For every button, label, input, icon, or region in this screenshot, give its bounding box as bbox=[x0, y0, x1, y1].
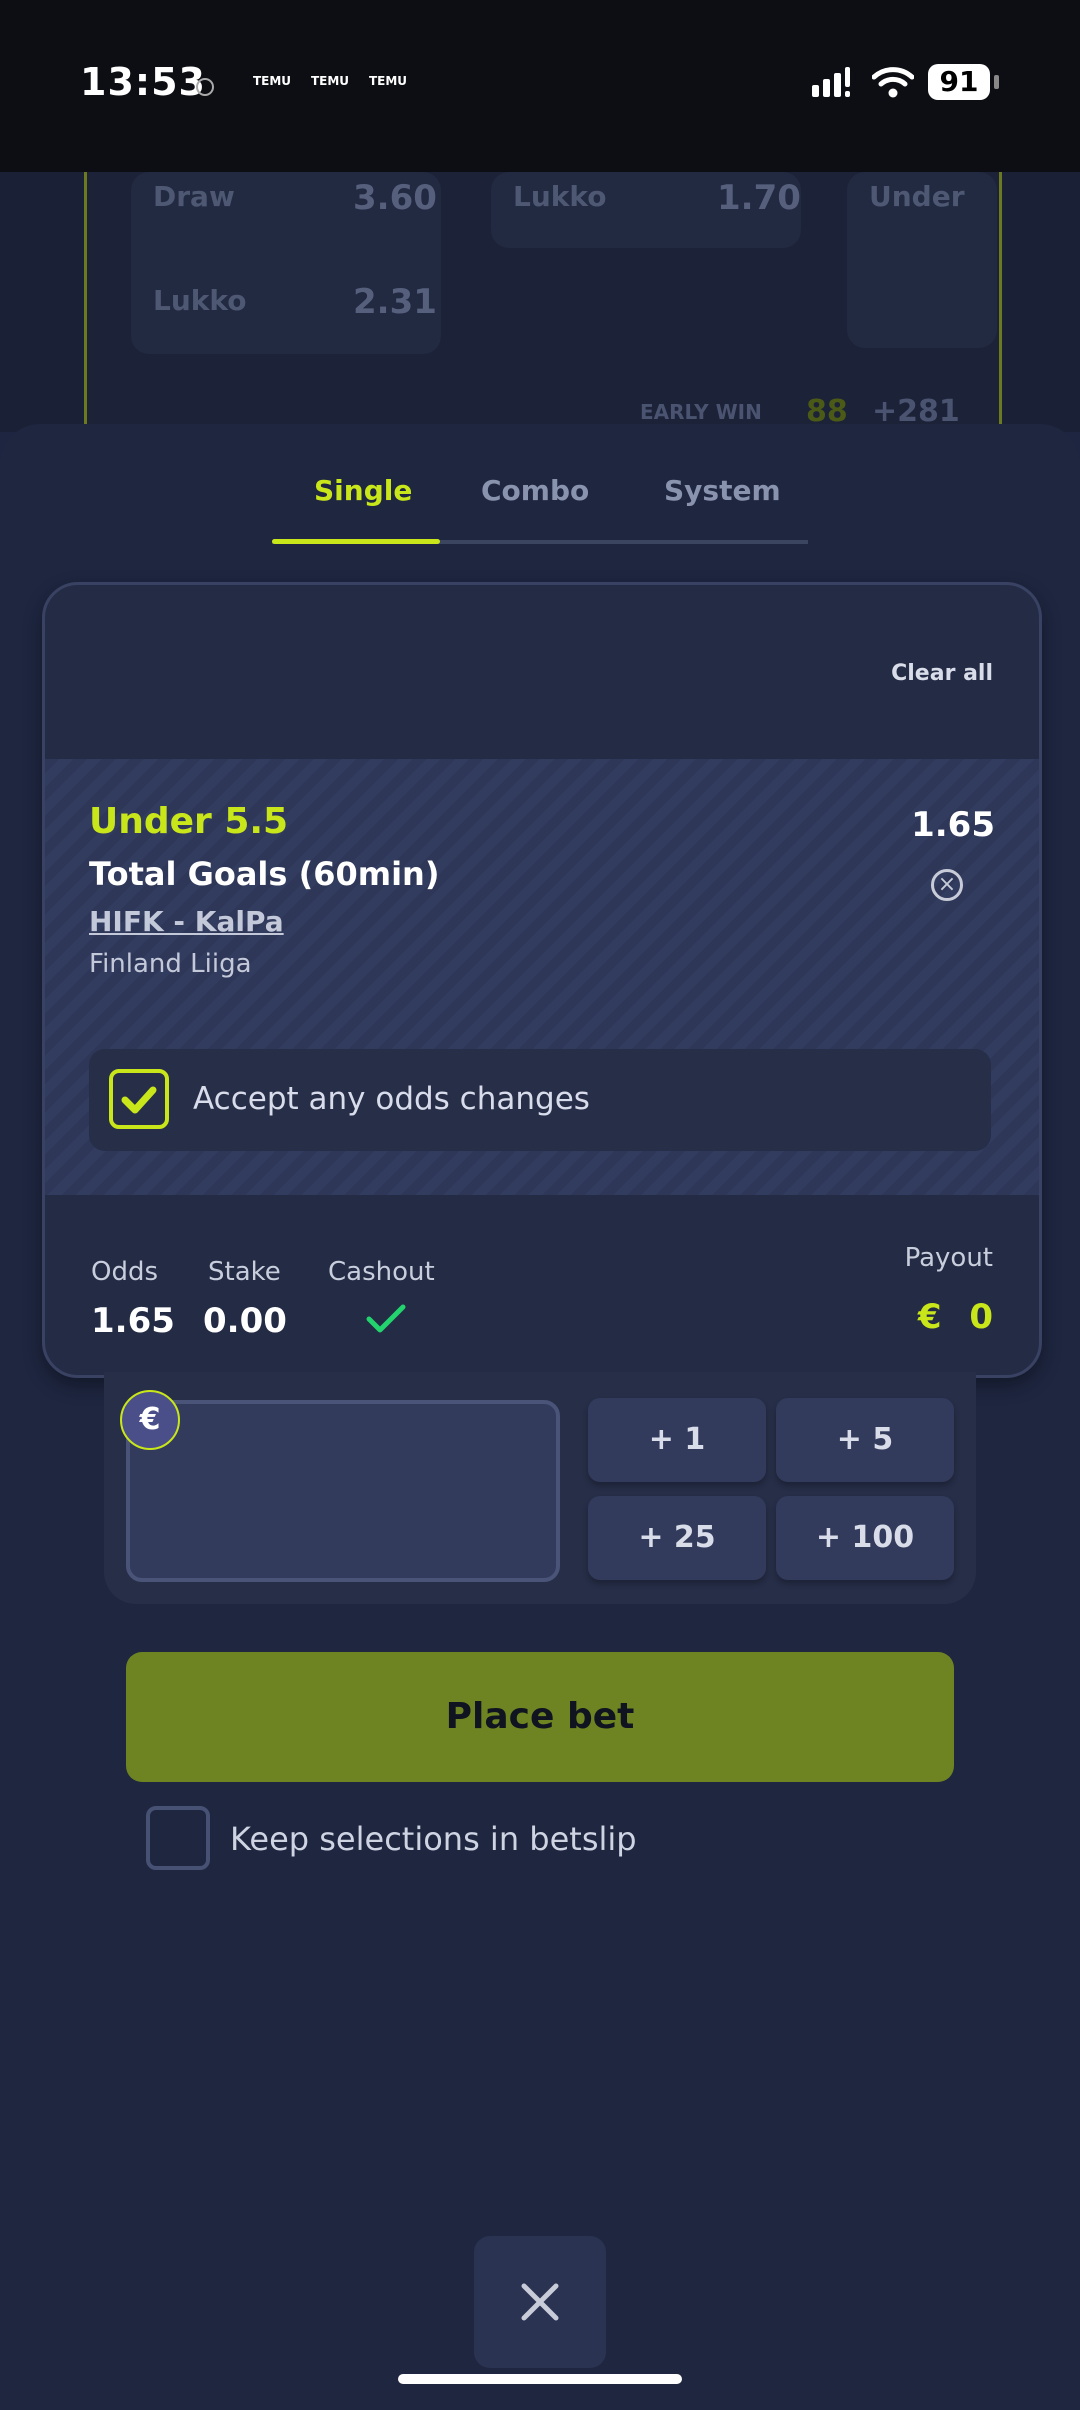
background-value: 1.70 bbox=[717, 178, 801, 218]
selection-league: Finland Liiga bbox=[89, 949, 252, 979]
quick-stake-button[interactable]: + 1 bbox=[588, 1398, 766, 1482]
background-label: Lukko bbox=[513, 180, 607, 213]
selection-market: Under 5.5 bbox=[89, 801, 289, 842]
quick-stake-button[interactable]: + 25 bbox=[588, 1496, 766, 1580]
payout-amount: 0 bbox=[969, 1297, 993, 1337]
accept-odds-row[interactable]: Accept any odds changes bbox=[89, 1049, 991, 1151]
battery-icon: 91 bbox=[928, 64, 999, 100]
background-label: Draw bbox=[153, 180, 235, 213]
betslip-tabs: Single Combo System bbox=[272, 474, 808, 544]
background-label: Lukko bbox=[153, 284, 247, 317]
status-time: 13:53 bbox=[80, 60, 206, 104]
checkmark-icon bbox=[121, 1086, 157, 1114]
selection-match-link[interactable]: HIFK - KalPa bbox=[89, 905, 284, 938]
tab-system[interactable]: System bbox=[664, 474, 781, 507]
temu-notification-icon: TEMU bbox=[252, 74, 292, 88]
tab-combo[interactable]: Combo bbox=[481, 474, 589, 507]
payout-value: € 0 bbox=[918, 1297, 993, 1337]
temu-notification-icon: TEMU bbox=[368, 74, 408, 88]
tab-indicator bbox=[272, 539, 440, 544]
bet-selection: Under 5.5 Total Goals (60min) HIFK - Kal… bbox=[45, 759, 1039, 1195]
euro-icon: € bbox=[120, 1390, 180, 1450]
payout-label: Payout bbox=[904, 1243, 993, 1273]
background-value: 3.60 bbox=[353, 178, 437, 218]
background-match-view: Draw 3.60 Lukko 2.31 Lukko 1.70 Under EA… bbox=[0, 172, 1080, 432]
keep-selections-checkbox[interactable] bbox=[146, 1806, 210, 1870]
stake-label: Stake bbox=[208, 1257, 281, 1287]
clear-all-button[interactable]: Clear all bbox=[891, 661, 993, 686]
quick-stake-button[interactable]: + 5 bbox=[776, 1398, 954, 1482]
odds-label: Odds bbox=[91, 1257, 159, 1287]
background-value: 2.31 bbox=[353, 282, 437, 322]
home-indicator[interactable] bbox=[398, 2374, 682, 2384]
selection-odds: 1.65 bbox=[911, 805, 995, 845]
notification-dot-icon bbox=[196, 78, 214, 96]
stake-input[interactable] bbox=[126, 1400, 560, 1582]
betslip-card: Clear all Under 5.5 Total Goals (60min) … bbox=[42, 582, 1042, 1378]
signal-icon bbox=[812, 67, 850, 97]
keep-selections-label: Keep selections in betslip bbox=[230, 1820, 637, 1858]
background-odds-card: Under bbox=[847, 172, 997, 348]
status-bar: 13:53 TEMU TEMU TEMU 91 bbox=[0, 0, 1080, 172]
wifi-icon bbox=[872, 67, 914, 98]
accept-odds-label: Accept any odds changes bbox=[193, 1081, 590, 1117]
cashout-check-icon bbox=[366, 1304, 406, 1333]
close-icon bbox=[521, 2283, 559, 2321]
payout-currency: € bbox=[917, 1297, 942, 1337]
status-right: 91 bbox=[812, 64, 999, 100]
remove-selection-icon[interactable]: × bbox=[931, 869, 963, 901]
temu-notification-icon: TEMU bbox=[310, 74, 350, 88]
selection-bet-type: Total Goals (60min) bbox=[89, 855, 440, 893]
close-button[interactable] bbox=[474, 2236, 606, 2368]
betslip-sheet: Single Combo System Clear all Under 5.5 … bbox=[0, 424, 1080, 2410]
tab-single[interactable]: Single bbox=[314, 474, 412, 507]
place-bet-button[interactable]: Place bet bbox=[126, 1652, 954, 1782]
stake-value: 0.00 bbox=[203, 1301, 287, 1341]
cashout-label: Cashout bbox=[328, 1257, 435, 1287]
background-label: Under bbox=[869, 180, 965, 213]
background-odds-card: Lukko 1.70 bbox=[491, 172, 801, 248]
background-odds-card: Draw 3.60 Lukko 2.31 bbox=[131, 172, 441, 354]
background-frame: Draw 3.60 Lukko 2.31 Lukko 1.70 Under bbox=[84, 172, 1002, 432]
notification-icons: TEMU TEMU TEMU bbox=[196, 74, 408, 98]
quick-stake-button[interactable]: + 100 bbox=[776, 1496, 954, 1580]
odds-value: 1.65 bbox=[91, 1301, 175, 1341]
early-win-label: EARLY WIN bbox=[640, 400, 762, 424]
accept-odds-checkbox[interactable] bbox=[109, 1069, 169, 1129]
stake-panel: € + 1 + 5 + 25 + 100 bbox=[104, 1372, 976, 1604]
